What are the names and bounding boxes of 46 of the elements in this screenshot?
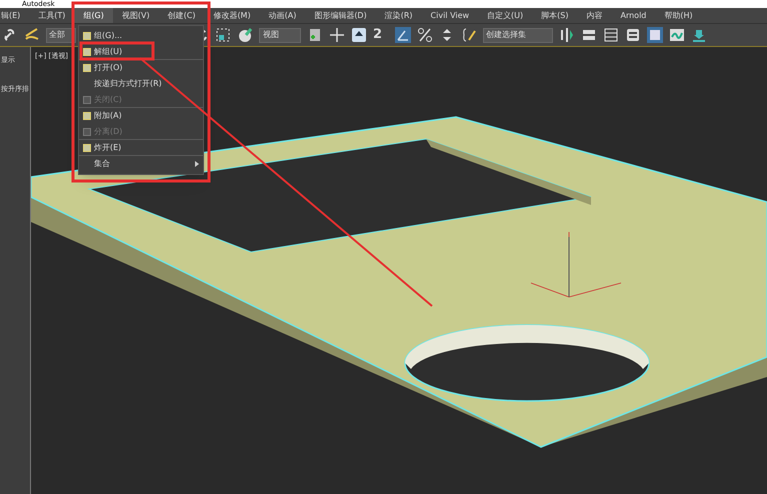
mirror-icon[interactable]: [559, 27, 575, 43]
transform-gizmo-icon: [530, 232, 622, 298]
snap-toggle[interactable]: 2: [373, 25, 389, 45]
menu-option-icon: [83, 96, 91, 104]
align-icon[interactable]: [581, 27, 597, 43]
curve-editor-icon[interactable]: [669, 27, 685, 43]
menu-option[interactable]: 打开(O): [79, 60, 203, 76]
selection-set-icon[interactable]: [461, 27, 477, 43]
menu-item[interactable]: 动画(A): [260, 8, 306, 23]
menu-option[interactable]: 集合: [79, 156, 203, 172]
menu-option[interactable]: 附加(A): [79, 108, 203, 124]
render-setup-icon[interactable]: [691, 27, 707, 43]
menu-item[interactable]: 帮助(H): [655, 8, 702, 23]
percent-icon[interactable]: [417, 27, 433, 43]
menu-item[interactable]: 内容: [577, 8, 612, 23]
menu-item[interactable]: Civil View: [422, 8, 478, 23]
menu-item[interactable]: 组(G): [74, 8, 113, 23]
angle-snap-icon[interactable]: [395, 27, 411, 43]
select-icon[interactable]: [351, 27, 367, 43]
layers-icon[interactable]: [603, 27, 619, 43]
scale-icon[interactable]: [215, 27, 231, 43]
menu-item[interactable]: Arnold: [611, 8, 656, 23]
menu-item[interactable]: 渲染(R): [376, 8, 422, 23]
menu-item[interactable]: 修改器(M): [204, 8, 260, 23]
menu-item[interactable]: 创建(C): [158, 8, 204, 23]
menu-item[interactable]: 自定义(U): [478, 8, 532, 23]
bind-icon[interactable]: [24, 27, 40, 43]
selection-filter-dropdown[interactable]: 全部: [46, 28, 76, 42]
ribbon-icon[interactable]: [625, 27, 641, 43]
coordinate-system-dropdown[interactable]: 视图: [259, 28, 301, 42]
paint-icon[interactable]: [237, 27, 253, 43]
menu-option[interactable]: 组(G)...: [79, 28, 203, 44]
menu-option[interactable]: 按递归方式打开(R): [79, 76, 203, 92]
scene-explorer-icon[interactable]: [647, 27, 663, 43]
menu-item[interactable]: 图形编辑器(D): [305, 8, 376, 23]
menu-option-icon: [83, 64, 91, 72]
move-icon[interactable]: [329, 27, 345, 43]
pivot-icon[interactable]: [307, 27, 323, 43]
menu-option[interactable]: 炸开(E): [79, 140, 203, 156]
submenu-arrow-icon: [195, 161, 199, 167]
menu-item[interactable]: 工具(T): [29, 8, 74, 23]
menu-item[interactable]: 脚本(S): [532, 8, 578, 23]
named-selection-dropdown[interactable]: 创建选择集: [483, 28, 553, 42]
menu-option[interactable]: 解组(U): [79, 44, 203, 60]
menu-item[interactable]: 视图(V): [112, 8, 159, 23]
menu-item[interactable]: 辑(E): [0, 8, 30, 23]
